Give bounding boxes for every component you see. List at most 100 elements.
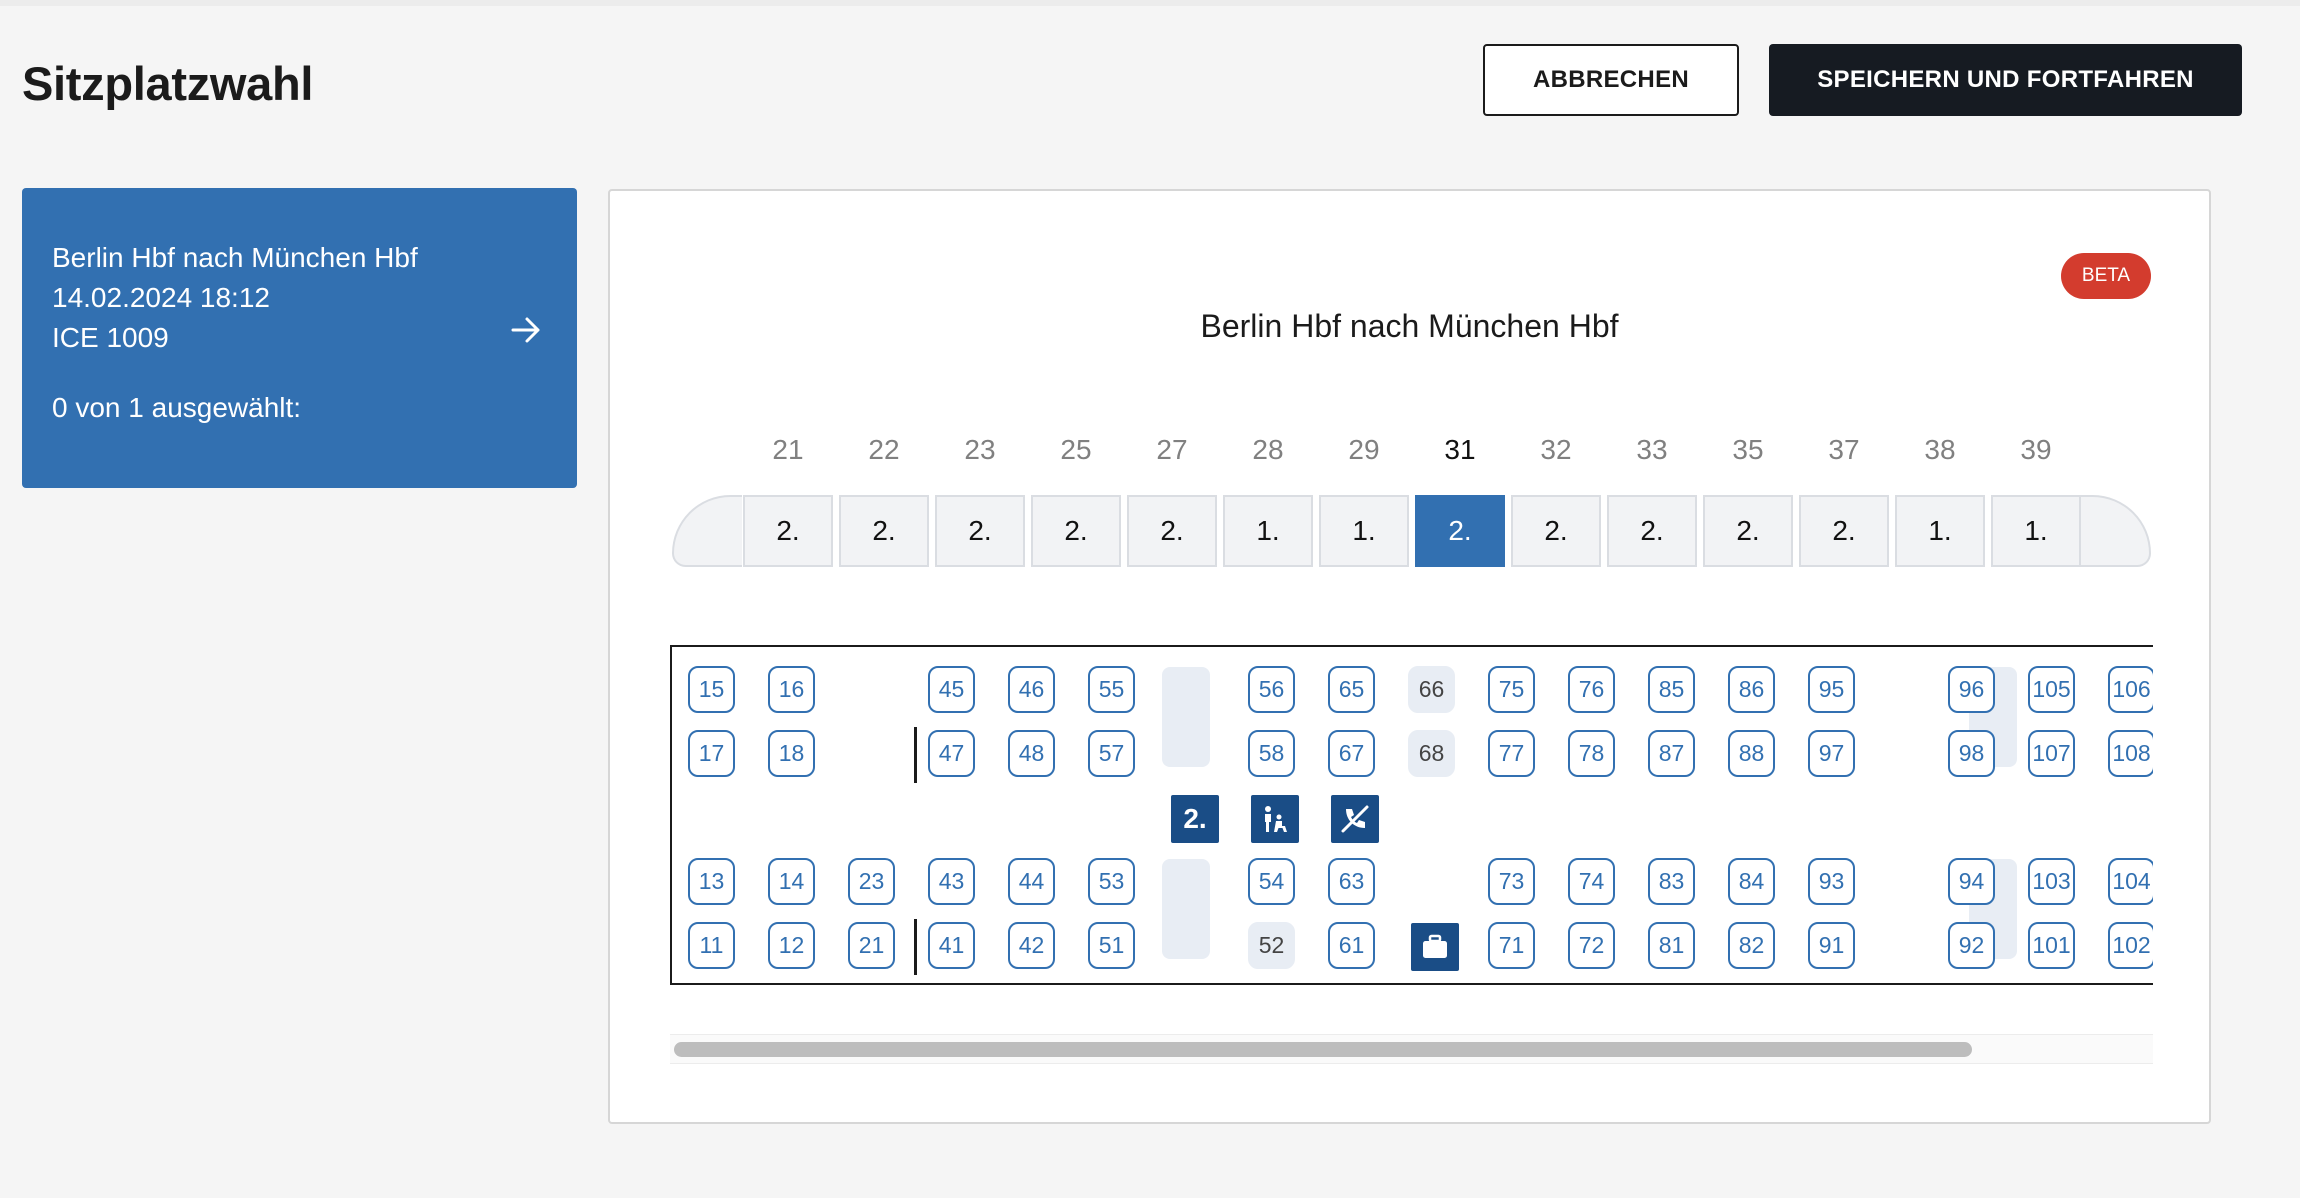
wagon-number-31[interactable]: 31 xyxy=(1415,434,1505,466)
seat-72[interactable]: 72 xyxy=(1568,922,1615,969)
wagon-number-25[interactable]: 25 xyxy=(1031,434,1121,466)
wagon-28[interactable]: 1. xyxy=(1223,495,1313,567)
seat-61[interactable]: 61 xyxy=(1328,922,1375,969)
wagon-number-35[interactable]: 35 xyxy=(1703,434,1793,466)
seat-67[interactable]: 67 xyxy=(1328,730,1375,777)
seat-104[interactable]: 104 xyxy=(2108,858,2153,905)
seat-94[interactable]: 94 xyxy=(1948,858,1995,905)
seat-103[interactable]: 103 xyxy=(2028,858,2075,905)
seat-15[interactable]: 15 xyxy=(688,666,735,713)
wagon-39[interactable]: 1. xyxy=(1991,495,2081,567)
wagon-number-29[interactable]: 29 xyxy=(1319,434,1409,466)
wagon-number-33[interactable]: 33 xyxy=(1607,434,1697,466)
seat-17[interactable]: 17 xyxy=(688,730,735,777)
seat-12[interactable]: 12 xyxy=(768,922,815,969)
seat-74[interactable]: 74 xyxy=(1568,858,1615,905)
seat-13[interactable]: 13 xyxy=(688,858,735,905)
seat-68: 68 xyxy=(1408,730,1455,777)
seat-98[interactable]: 98 xyxy=(1948,730,1995,777)
wagon-number-37[interactable]: 37 xyxy=(1799,434,1889,466)
wagon-32[interactable]: 2. xyxy=(1511,495,1601,567)
seat-86[interactable]: 86 xyxy=(1728,666,1775,713)
wagon-number-32[interactable]: 32 xyxy=(1511,434,1601,466)
horizontal-scrollbar[interactable] xyxy=(670,1034,2153,1064)
seat-102[interactable]: 102 xyxy=(2108,922,2153,969)
seat-73[interactable]: 73 xyxy=(1488,858,1535,905)
seat-107[interactable]: 107 xyxy=(2028,730,2075,777)
seat-97[interactable]: 97 xyxy=(1808,730,1855,777)
wagon-23[interactable]: 2. xyxy=(935,495,1025,567)
seat-91[interactable]: 91 xyxy=(1808,922,1855,969)
journey-route: Berlin Hbf nach München Hbf xyxy=(52,242,418,273)
seat-46[interactable]: 46 xyxy=(1008,666,1055,713)
seat-21[interactable]: 21 xyxy=(848,922,895,969)
seat-45[interactable]: 45 xyxy=(928,666,975,713)
seat-41[interactable]: 41 xyxy=(928,922,975,969)
seat-16[interactable]: 16 xyxy=(768,666,815,713)
seat-18[interactable]: 18 xyxy=(768,730,815,777)
seat-71[interactable]: 71 xyxy=(1488,922,1535,969)
seat-14[interactable]: 14 xyxy=(768,858,815,905)
seat-55[interactable]: 55 xyxy=(1088,666,1135,713)
arrow-right-icon[interactable] xyxy=(508,312,544,348)
wagon-number-27[interactable]: 27 xyxy=(1127,434,1217,466)
seat-106[interactable]: 106 xyxy=(2108,666,2153,713)
seat-105[interactable]: 105 xyxy=(2028,666,2075,713)
wagon-number-22[interactable]: 22 xyxy=(839,434,929,466)
seat-81[interactable]: 81 xyxy=(1648,922,1695,969)
save-continue-button[interactable]: SPEICHERN UND FORTFAHREN xyxy=(1769,44,2242,116)
seat-57[interactable]: 57 xyxy=(1088,730,1135,777)
selection-count: 0 von 1 ausgewählt: xyxy=(52,392,302,423)
seat-92[interactable]: 92 xyxy=(1948,922,1995,969)
wagon-27[interactable]: 2. xyxy=(1127,495,1217,567)
seat-23[interactable]: 23 xyxy=(848,858,895,905)
wagon-21[interactable]: 2. xyxy=(743,495,833,567)
seat-88[interactable]: 88 xyxy=(1728,730,1775,777)
seat-47[interactable]: 47 xyxy=(928,730,975,777)
seat-42[interactable]: 42 xyxy=(1008,922,1055,969)
luggage-icon xyxy=(1411,923,1459,971)
cancel-button[interactable]: ABBRECHEN xyxy=(1483,44,1739,116)
seat-101[interactable]: 101 xyxy=(2028,922,2075,969)
coach-seat-layout: 2. 15 16 45 46 55 56 65 66 75 76 85 86 95 96 105 106 17 1… xyxy=(670,645,2153,985)
wagon-33[interactable]: 2. xyxy=(1607,495,1697,567)
seat-77[interactable]: 77 xyxy=(1488,730,1535,777)
wagon-22[interactable]: 2. xyxy=(839,495,929,567)
seat-83[interactable]: 83 xyxy=(1648,858,1695,905)
seat-85[interactable]: 85 xyxy=(1648,666,1695,713)
wagon-number-39[interactable]: 39 xyxy=(1991,434,2081,466)
seat-82[interactable]: 82 xyxy=(1728,922,1775,969)
seat-93[interactable]: 93 xyxy=(1808,858,1855,905)
seat-53[interactable]: 53 xyxy=(1088,858,1135,905)
seat-11[interactable]: 11 xyxy=(688,922,735,969)
wagon-35[interactable]: 2. xyxy=(1703,495,1793,567)
seat-58[interactable]: 58 xyxy=(1248,730,1295,777)
seat-44[interactable]: 44 xyxy=(1008,858,1055,905)
journey-card[interactable]: Berlin Hbf nach München Hbf 14.02.2024 1… xyxy=(22,188,577,488)
seat-96[interactable]: 96 xyxy=(1948,666,1995,713)
wagon-29[interactable]: 1. xyxy=(1319,495,1409,567)
seat-87[interactable]: 87 xyxy=(1648,730,1695,777)
seat-43[interactable]: 43 xyxy=(928,858,975,905)
wagon-31[interactable]: 2. xyxy=(1415,495,1505,567)
seat-108[interactable]: 108 xyxy=(2108,730,2153,777)
seat-76[interactable]: 76 xyxy=(1568,666,1615,713)
wagon-38[interactable]: 1. xyxy=(1895,495,1985,567)
seat-84[interactable]: 84 xyxy=(1728,858,1775,905)
seat-95[interactable]: 95 xyxy=(1808,666,1855,713)
seat-48[interactable]: 48 xyxy=(1008,730,1055,777)
seat-56[interactable]: 56 xyxy=(1248,666,1295,713)
seat-51[interactable]: 51 xyxy=(1088,922,1135,969)
seat-63[interactable]: 63 xyxy=(1328,858,1375,905)
wagon-number-21[interactable]: 21 xyxy=(743,434,833,466)
wagon-number-28[interactable]: 28 xyxy=(1223,434,1313,466)
seat-75[interactable]: 75 xyxy=(1488,666,1535,713)
seat-54[interactable]: 54 xyxy=(1248,858,1295,905)
wagon-number-38[interactable]: 38 xyxy=(1895,434,1985,466)
wagon-37[interactable]: 2. xyxy=(1799,495,1889,567)
seat-78[interactable]: 78 xyxy=(1568,730,1615,777)
wagon-number-23[interactable]: 23 xyxy=(935,434,1025,466)
scrollbar-thumb[interactable] xyxy=(674,1042,1972,1057)
wagon-25[interactable]: 2. xyxy=(1031,495,1121,567)
seat-65[interactable]: 65 xyxy=(1328,666,1375,713)
